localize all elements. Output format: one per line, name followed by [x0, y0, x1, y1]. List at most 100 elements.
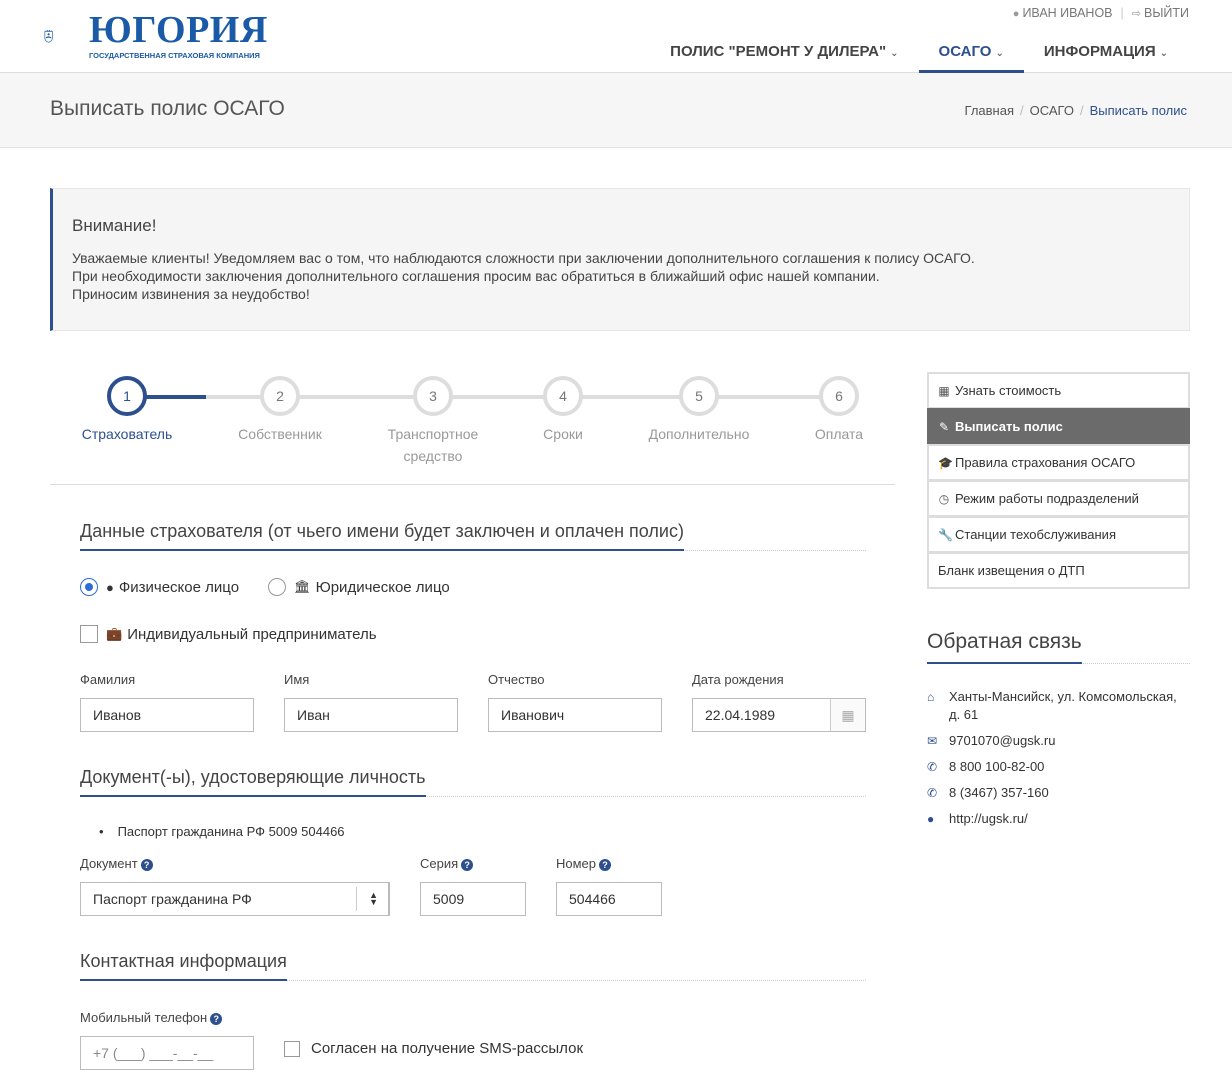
logo-emblem-icon[interactable]: [44, 4, 89, 68]
radio-button[interactable]: [268, 578, 287, 596]
contact-website[interactable]: ● http://ugsk.ru/: [927, 810, 1190, 828]
site-header: ЮГОРИЯ ГОСУДАРСТВЕННАЯ СТРАХОВАЯ КОМПАНИ…: [0, 0, 1232, 73]
insurer-section-heading: Данные страхователя (от чьего имени буде…: [80, 521, 866, 551]
user-link[interactable]: ● ИВАН ИВАНОВ: [1013, 6, 1113, 20]
question-icon[interactable]: ?: [210, 1013, 223, 1025]
number-label: Номер?: [556, 856, 612, 871]
nav-item-osago[interactable]: ОСАГО ⌄: [918, 36, 1024, 73]
entrepreneur-checkbox[interactable]: [80, 625, 98, 643]
birth-date-input[interactable]: 22.04.1989: [692, 698, 831, 732]
sidebar-item-accident-form[interactable]: Бланк извещения о ДТП: [927, 552, 1190, 589]
question-icon[interactable]: ?: [599, 859, 612, 871]
sidebar-item-issue-policy[interactable]: ✎ Выписать полис: [927, 408, 1190, 445]
logout-link[interactable]: ⇨ ВЫЙТИ: [1132, 6, 1189, 20]
user-name: ИВАН ИВАНОВ: [1022, 6, 1113, 20]
sidebar-item-service-stations[interactable]: 🔧 Станции техобслуживания: [927, 516, 1190, 553]
step-vehicle[interactable]: 3 Транспортное средство: [373, 376, 493, 467]
label-text: Серия: [420, 856, 459, 871]
contact-address: ⌂ Ханты-Мансийск, ул. Комсомольская, д. 6…: [927, 688, 1190, 724]
sidebar-item-rules[interactable]: 🎓 Правила страхования ОСАГО: [927, 444, 1190, 481]
user-bar-divider: |: [1120, 6, 1124, 20]
contact-text: 8 (3467) 357-160: [949, 785, 1049, 800]
step-number: 4: [543, 376, 583, 416]
contact-phone[interactable]: ✆ 8 800 100-82-00: [927, 758, 1190, 776]
entrepreneur-checkbox-row[interactable]: 💼 Индивидуальный предприниматель: [80, 625, 377, 643]
wrench-icon: 🔧: [938, 527, 953, 542]
step-label: Оплата: [814, 426, 864, 442]
contact-section-heading: Контактная информация: [80, 951, 866, 981]
step-insurer[interactable]: 1 Страхователь: [67, 376, 187, 445]
person-type-group: ● Физическое лицо 🏛 Юридическое лицо: [80, 578, 450, 596]
page-title: Выписать полис ОСАГО: [50, 97, 285, 120]
step-payment[interactable]: 6 Оплата: [779, 376, 899, 445]
sms-consent-checkbox[interactable]: [284, 1040, 300, 1057]
last-name-input[interactable]: Иванов: [80, 698, 254, 732]
sms-consent-row[interactable]: Согласен на получение SMS-рассылок: [284, 1040, 583, 1057]
step-owner[interactable]: 2 Собственник: [220, 376, 340, 445]
step-label: Страхователь: [81, 426, 173, 442]
breadcrumb-separator: /: [1020, 103, 1024, 118]
calendar-icon[interactable]: ▦: [830, 698, 866, 732]
nav-item-dealer-repair[interactable]: ПОЛИС "РЕМОНТ У ДИЛЕРА" ⌄: [650, 36, 918, 73]
phone-icon: ✆: [927, 786, 938, 800]
alert-line: При необходимости заключения дополнитель…: [72, 268, 880, 284]
logo-text[interactable]: ЮГОРИЯ: [89, 8, 268, 52]
contact-list: ⌂ Ханты-Мансийск, ул. Комсомольская, д. 6…: [927, 688, 1190, 836]
section-title: Контактная информация: [80, 951, 287, 981]
nav-label: ИНФОРМАЦИЯ: [1043, 43, 1156, 60]
sidebar-item-label: Узнать стоимость: [955, 383, 1062, 398]
step-terms[interactable]: 4 Сроки: [503, 376, 623, 445]
step-additional[interactable]: 5 Дополнительно: [639, 376, 759, 445]
documents-section-heading: Документ(-ы), удостоверяющие личность: [80, 767, 866, 797]
radio-individual[interactable]: ● Физическое лицо: [80, 578, 239, 596]
wizard-stepper: 1 Страхователь 2 Собственник 3 Транспорт…: [50, 372, 895, 485]
breadcrumb-home[interactable]: Главная: [965, 103, 1014, 118]
birth-date-label: Дата рождения: [692, 672, 784, 687]
step-label: Дополнительно: [648, 426, 750, 442]
sidebar-item-schedule[interactable]: ◷ Режим работы подразделений: [927, 480, 1190, 517]
user-icon: ●: [1012, 8, 1020, 20]
breadcrumb-osago[interactable]: ОСАГО: [1030, 103, 1074, 118]
question-icon[interactable]: ?: [461, 859, 474, 871]
step-label: Собственник: [238, 426, 322, 442]
breadcrumb-current: Выписать полис: [1089, 103, 1187, 118]
alert-heading: Внимание!: [72, 216, 157, 235]
number-input[interactable]: 504466: [556, 882, 662, 916]
bank-icon: 🏛: [294, 579, 311, 594]
section-title: Документ(-ы), удостоверяющие личность: [80, 767, 426, 797]
step-number: 1: [107, 376, 147, 416]
contact-text: http://ugsk.ru/: [949, 811, 1028, 826]
contact-email[interactable]: ✉ 9701070@ugsk.ru: [927, 732, 1190, 750]
series-input[interactable]: 5009: [420, 882, 526, 916]
question-icon[interactable]: ?: [140, 859, 153, 871]
first-name-input[interactable]: Иван: [284, 698, 458, 732]
contact-text: Ханты-Мансийск, ул. Комсомольская, д. 61: [949, 689, 1177, 722]
nav-item-information[interactable]: ИНФОРМАЦИЯ ⌄: [1024, 36, 1188, 73]
sidebar-menu: ▦ Узнать стоимость ✎ Выписать полис 🎓 Прави…: [927, 372, 1190, 589]
select-divider: [356, 887, 357, 911]
first-name-label: Имя: [284, 672, 310, 687]
document-label: Документ?: [80, 856, 153, 871]
contact-phone[interactable]: ✆ 8 (3467) 357-160: [927, 784, 1190, 802]
radio-legal[interactable]: 🏛 Юридическое лицо: [268, 578, 450, 596]
document-type-select[interactable]: Паспорт гражданина РФ ▲ ▼: [80, 882, 390, 916]
mobile-phone-input[interactable]: +7 (___) ___-__-__: [80, 1036, 254, 1070]
select-value: Паспорт гражданина РФ: [93, 891, 252, 907]
sidebar-item-calculate[interactable]: ▦ Узнать стоимость: [927, 372, 1190, 409]
feedback-heading: Обратная связь: [927, 630, 1190, 664]
contact-text: 9701070@ugsk.ru: [949, 733, 1056, 748]
envelope-icon: ✉: [927, 734, 938, 748]
chevron-down-icon: ⌄: [1159, 48, 1168, 59]
radio-button-checked[interactable]: [80, 578, 98, 596]
sidebar-item-label: Режим работы подразделений: [955, 491, 1139, 506]
alert-line: Приносим извинения за неудобство!: [72, 286, 310, 302]
checkbox-label: Согласен на получение SMS-рассылок: [311, 1040, 584, 1057]
radio-label: Физическое лицо: [118, 578, 240, 596]
step-label: Сроки: [543, 426, 583, 442]
nav-label: ОСАГО: [938, 43, 992, 60]
step-number: 6: [819, 376, 859, 416]
middle-name-input[interactable]: Иванович: [488, 698, 662, 732]
label-text: Номер: [556, 856, 597, 871]
nav-label: ПОЛИС "РЕМОНТ У ДИЛЕРА": [670, 43, 887, 60]
step-number: 3: [413, 376, 453, 416]
